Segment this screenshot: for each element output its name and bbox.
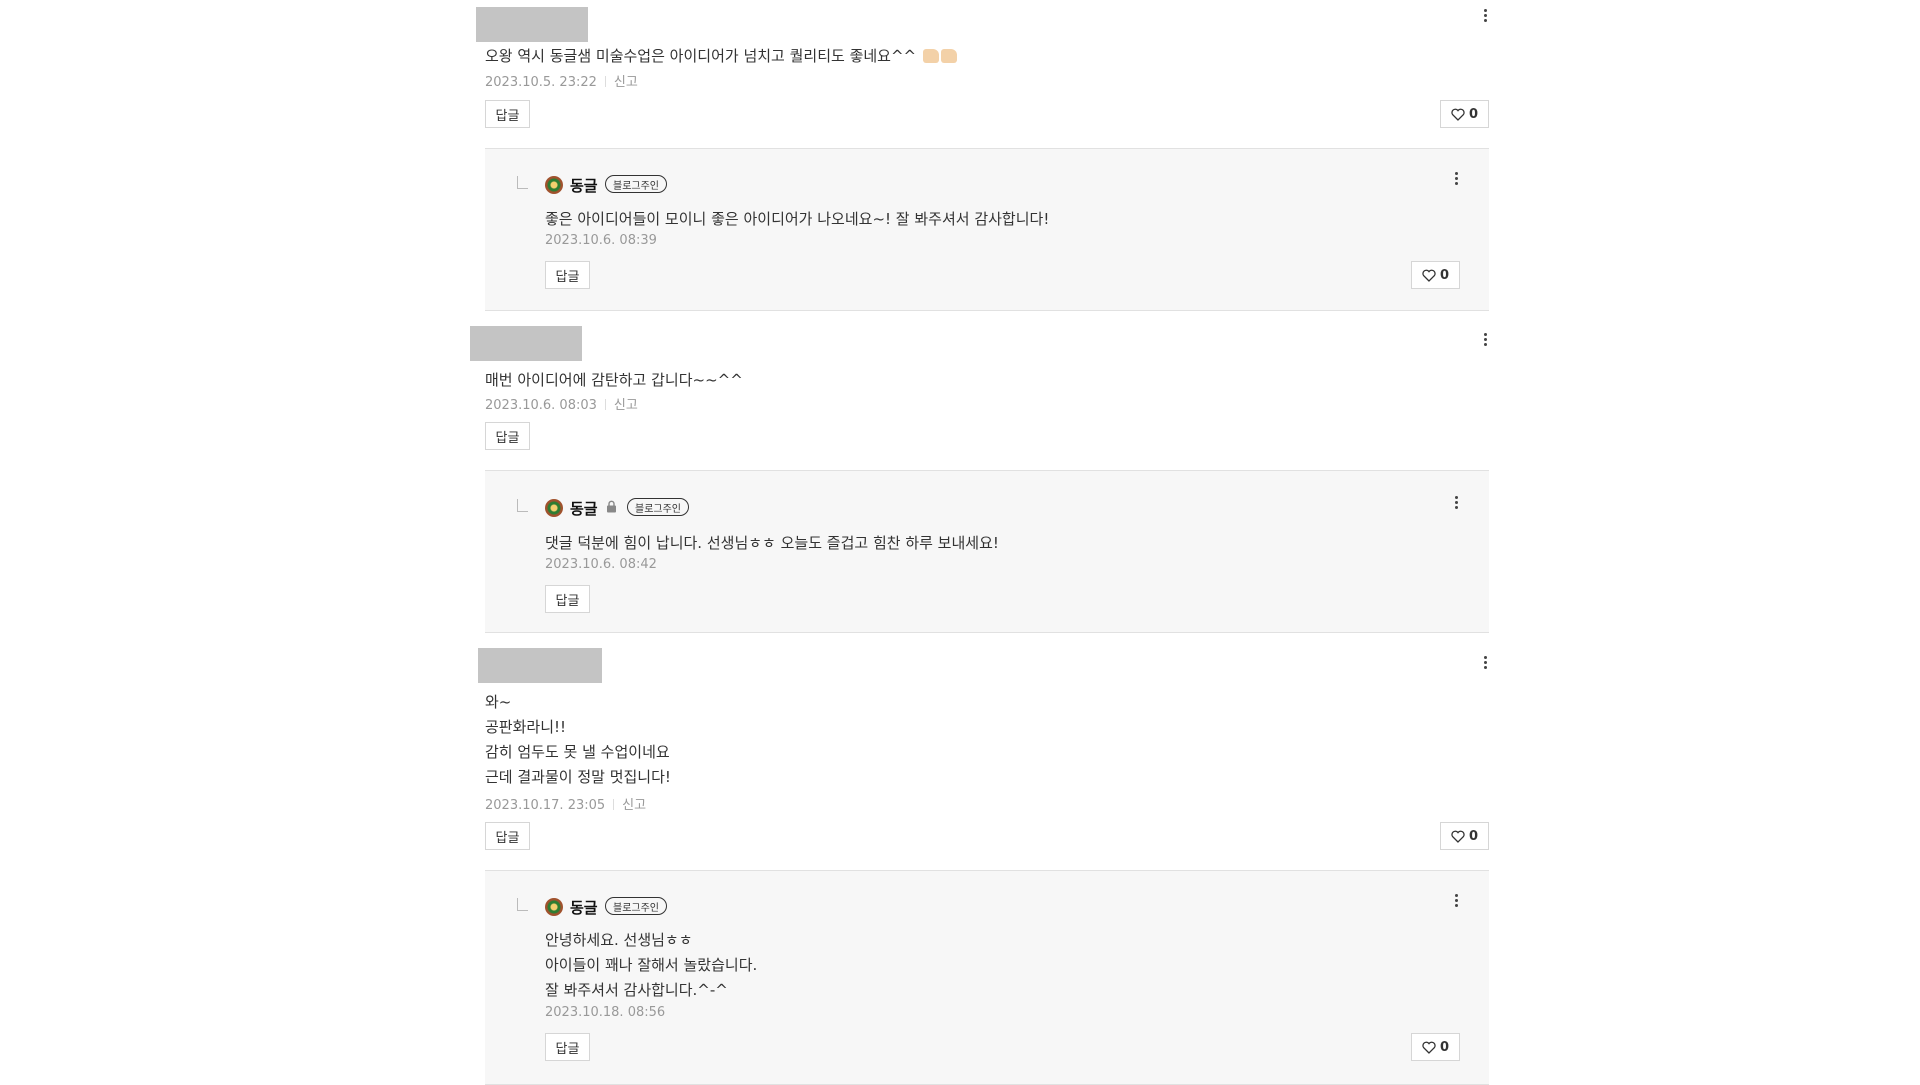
reply-line: 아이들이 꽤나 잘해서 놀랐습니다. — [545, 956, 758, 974]
comment-text-body: 오왕 역시 동글샘 미술수업은 아이디어가 넘치고 퀄리티도 좋네요^^ — [485, 47, 917, 65]
comment-date: 2023.10.5. 23:22 — [485, 75, 597, 90]
report-link[interactable]: 신고 — [614, 398, 638, 413]
reply-line: 안녕하세요. 선생님ㅎㅎ — [545, 931, 693, 949]
more-options-icon[interactable] — [1450, 170, 1462, 190]
thumbs-up-emoji-icon — [921, 47, 957, 65]
owner-badge: 블로그주인 — [605, 175, 667, 193]
reply-button[interactable]: 답글 — [545, 261, 590, 289]
more-options-icon[interactable] — [1450, 892, 1462, 912]
like-count: 0 — [1439, 267, 1450, 283]
more-options-icon[interactable] — [1450, 494, 1462, 514]
lock-icon — [607, 500, 616, 513]
reply-button[interactable]: 답글 — [545, 1033, 590, 1061]
reply-text: 댓글 덕분에 힘이 납니다. 선생님ㅎㅎ 오늘도 즐겁고 힘찬 하루 보내세요! — [545, 534, 999, 552]
comment-date: 2023.10.17. 23:05 — [485, 798, 606, 813]
reply-indent-icon — [517, 898, 528, 911]
comment-line: 공판화라니!! — [485, 718, 567, 736]
like-button[interactable]: 0 — [1411, 261, 1460, 289]
like-button[interactable]: 0 — [1411, 1033, 1460, 1061]
like-count: 0 — [1439, 1039, 1450, 1055]
heart-outline-icon — [1451, 830, 1465, 843]
like-button[interactable]: 0 — [1440, 100, 1489, 128]
redacted-username — [476, 7, 588, 42]
owner-badge: 블로그주인 — [605, 897, 667, 915]
comment-meta: 2023.10.6. 08:03 신고 — [485, 394, 638, 413]
reply-text: 좋은 아이디어들이 모이니 좋은 아이디어가 나오네요~! 잘 봐주셔서 감사합… — [545, 210, 1050, 228]
reply-button[interactable]: 답글 — [545, 585, 590, 613]
reply-date: 2023.10.6. 08:42 — [545, 557, 657, 572]
reply-button[interactable]: 답글 — [485, 822, 530, 850]
comment-text: 오왕 역시 동글샘 미술수업은 아이디어가 넘치고 퀄리티도 좋네요^^ — [485, 45, 957, 66]
reply-indent-icon — [517, 499, 528, 512]
report-link[interactable]: 신고 — [622, 798, 646, 813]
meta-separator — [604, 76, 606, 87]
reply-author[interactable]: 동글 — [570, 897, 598, 918]
redacted-username — [470, 326, 582, 361]
reply-author[interactable]: 동글 — [570, 498, 598, 519]
flower-avatar[interactable] — [545, 499, 563, 517]
comment-text: 와~ 공판화라니!! 감히 엄두도 못 낼 수업이네요근데 결과물이 정말 멋집니다… — [485, 690, 671, 790]
reply-container — [485, 148, 1489, 311]
heart-outline-icon — [1451, 108, 1465, 121]
heart-outline-icon — [1422, 1041, 1436, 1054]
like-count: 0 — [1468, 106, 1479, 122]
comment-meta: 2023.10.5. 23:22 신고 — [485, 71, 638, 90]
reply-button[interactable]: 답글 — [485, 100, 530, 128]
comment-line: 감히 엄두도 못 낼 수업이네요 — [485, 743, 670, 761]
reply-text: 안녕하세요. 선생님ㅎㅎ 아이들이 꽤나 잘해서 놀랐습니다. 잘 봐주셔서 감사합… — [545, 928, 757, 1003]
like-count: 0 — [1468, 828, 1479, 844]
report-link[interactable]: 신고 — [614, 75, 638, 90]
more-options-icon[interactable] — [1479, 7, 1491, 27]
meta-separator — [613, 799, 615, 810]
reply-button[interactable]: 답글 — [485, 422, 530, 450]
reply-indent-icon — [517, 176, 528, 189]
reply-date: 2023.10.18. 08:56 — [545, 1005, 666, 1020]
meta-separator — [604, 399, 606, 410]
reply-date: 2023.10.6. 08:39 — [545, 233, 657, 248]
comment-meta: 2023.10.17. 23:05 신고 — [485, 794, 646, 813]
comment-date: 2023.10.6. 08:03 — [485, 398, 597, 413]
owner-badge: 블로그주인 — [627, 498, 689, 516]
comment-line: 근데 결과물이 정말 멋집니다! — [485, 768, 671, 786]
reply-author[interactable]: 동글 — [570, 175, 598, 196]
heart-outline-icon — [1422, 269, 1436, 282]
redacted-username — [478, 648, 602, 683]
comment-line: 와~ — [485, 693, 512, 711]
flower-avatar[interactable] — [545, 176, 563, 194]
like-button[interactable]: 0 — [1440, 822, 1489, 850]
reply-line: 잘 봐주셔서 감사합니다.^-^ — [545, 981, 728, 999]
more-options-icon[interactable] — [1479, 331, 1491, 351]
flower-avatar[interactable] — [545, 898, 563, 916]
more-options-icon[interactable] — [1479, 654, 1491, 674]
comment-text: 매번 아이디어에 감탄하고 갑니다~~^^ — [485, 371, 743, 389]
